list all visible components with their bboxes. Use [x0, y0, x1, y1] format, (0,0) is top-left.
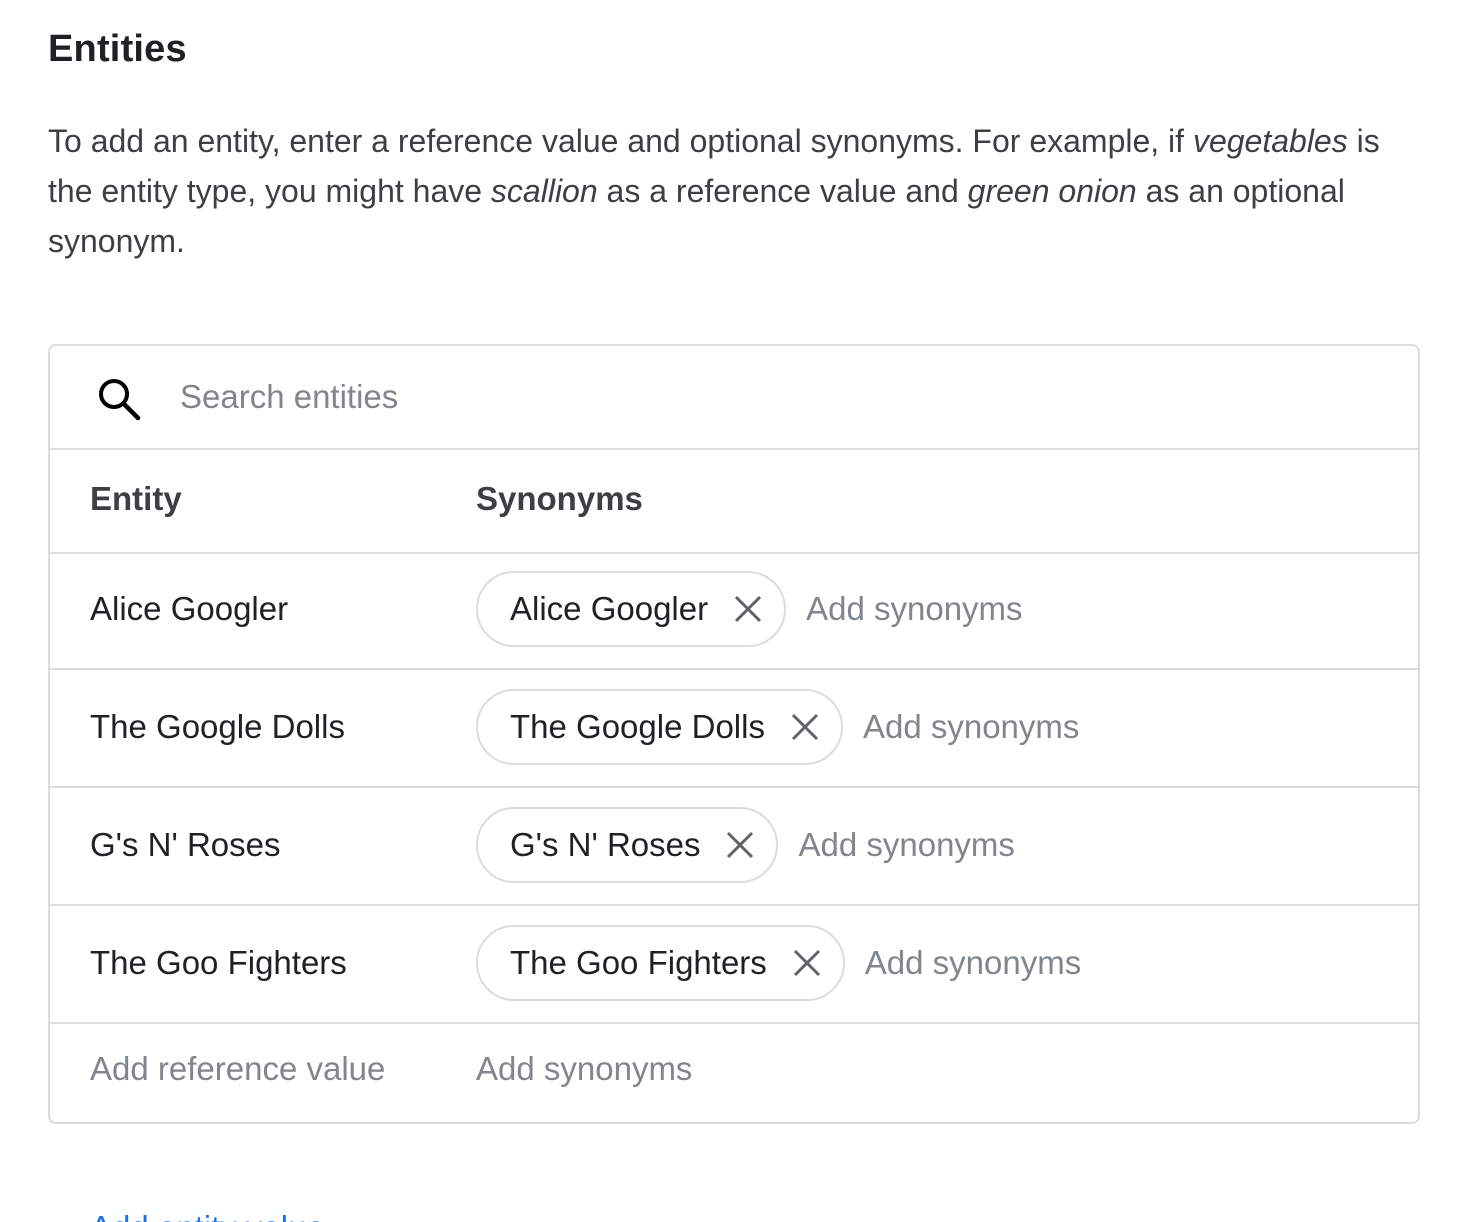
table-header: Entity Synonyms: [50, 450, 1418, 554]
add-synonyms-input[interactable]: [862, 708, 1163, 746]
add-synonyms-input[interactable]: [864, 944, 1165, 982]
close-icon[interactable]: [791, 713, 819, 741]
synonyms-field: The Google Dolls: [476, 687, 1163, 767]
search-bar: [50, 346, 1418, 450]
description-text: To add an entity, enter a reference valu…: [48, 123, 1193, 159]
add-entity-link[interactable]: Add entity value: [90, 1208, 390, 1222]
synonym-chip-label: G's N' Roses: [510, 826, 701, 863]
search-input[interactable]: [180, 370, 1360, 424]
synonyms-field: The Goo Fighters: [476, 923, 1165, 1003]
add-reference-value-input[interactable]: [90, 1050, 450, 1088]
table-row: G's N' Roses G's N' Roses: [50, 788, 1418, 906]
description-example-entity-type: vegetables: [1192, 123, 1348, 159]
synonyms-field: G's N' Roses: [476, 805, 1099, 885]
table-row: The Goo Fighters The Goo Fighters: [50, 906, 1418, 1024]
close-icon[interactable]: [793, 949, 821, 977]
column-header-synonyms: Synonyms: [476, 480, 643, 517]
close-icon[interactable]: [726, 831, 754, 859]
entities-page: Entities To add an entity, enter a refer…: [0, 0, 1462, 1222]
table-row: The Google Dolls The Google Dolls: [50, 670, 1418, 788]
entity-value[interactable]: Alice Googler: [90, 590, 288, 628]
add-entity-link-label: Add entity value: [90, 1208, 390, 1222]
description-example-reference: scallion: [490, 173, 598, 209]
synonym-chip-label: The Goo Fighters: [510, 944, 767, 981]
synonym-chip: The Google Dolls: [476, 689, 843, 765]
entity-value[interactable]: G's N' Roses: [90, 826, 280, 864]
new-row-add-synonyms-input[interactable]: [476, 1050, 876, 1088]
description-text: as a reference value and: [597, 173, 968, 209]
synonym-chip: The Goo Fighters: [476, 925, 845, 1001]
table-row: Alice Googler Alice Googler: [50, 552, 1418, 670]
page-description: To add an entity, enter a reference valu…: [48, 116, 1418, 266]
add-synonyms-input[interactable]: [806, 590, 1107, 628]
page-title: Entities: [48, 28, 187, 70]
synonym-chip-label: The Google Dolls: [510, 708, 765, 745]
synonyms-field: Alice Googler: [476, 569, 1107, 649]
synonym-chip: Alice Googler: [476, 571, 787, 647]
add-synonyms-input[interactable]: [798, 826, 1099, 864]
new-entity-row: [50, 1024, 1418, 1122]
entities-table-card: Entity Synonyms Alice Googler Alice Goog…: [48, 344, 1420, 1124]
close-icon[interactable]: [734, 595, 762, 623]
description-example-synonym: green onion: [967, 173, 1137, 209]
search-icon: [94, 374, 142, 422]
entity-value[interactable]: The Goo Fighters: [90, 944, 347, 982]
entity-value[interactable]: The Google Dolls: [90, 708, 345, 746]
column-header-entity: Entity: [90, 480, 182, 517]
table-body: Alice Googler Alice Googler The Google D…: [50, 552, 1418, 1122]
synonym-chip-label: Alice Googler: [510, 590, 709, 627]
synonym-chip: G's N' Roses: [476, 807, 779, 883]
